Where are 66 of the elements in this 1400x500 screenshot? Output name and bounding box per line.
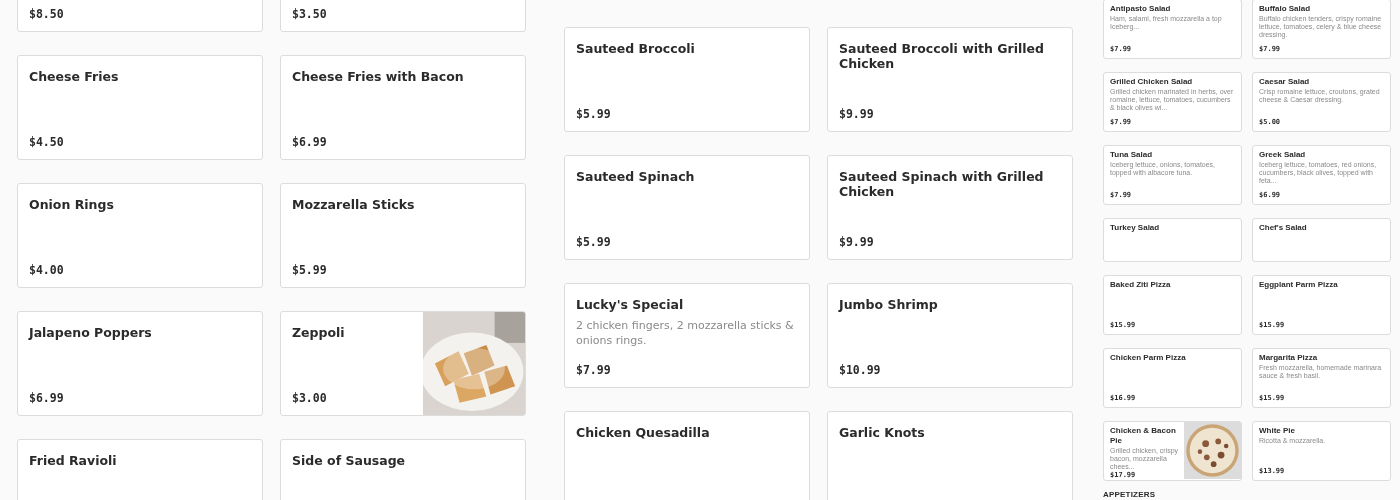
menu-item-card[interactable]: Chef's Salad — [1252, 218, 1391, 262]
item-name: Chicken & Bacon Pie — [1110, 426, 1177, 446]
item-price: $5.99 — [576, 107, 612, 121]
menu-item-card[interactable]: Jumbo Shrimp $10.99 — [827, 283, 1073, 388]
item-name: Baked Ziti Pizza — [1110, 280, 1172, 290]
item-price: $10.99 — [839, 363, 882, 377]
item-name: Zeppoli — [292, 325, 346, 340]
item-name: Cheese Fries with Bacon — [292, 69, 465, 84]
item-name: Chicken Quesadilla — [576, 425, 711, 440]
menu-item-card[interactable]: $8.50 — [17, 0, 263, 32]
menu-item-card[interactable]: Cheese Fries $4.50 — [17, 55, 263, 160]
item-name: Mozzarella Sticks — [292, 197, 416, 212]
item-name: Greek Salad — [1259, 150, 1307, 160]
item-price: $8.50 — [29, 7, 65, 21]
menu-item-card[interactable]: Sauteed Broccoli $5.99 — [564, 27, 810, 132]
item-name: Caesar Salad — [1259, 77, 1311, 87]
menu-item-card[interactable]: Turkey Salad — [1103, 218, 1242, 262]
item-name: Chicken Parm Pizza — [1110, 353, 1187, 363]
menu-item-card[interactable]: Zeppoli $3.00 — [280, 311, 526, 416]
item-name: Sauteed Broccoli — [576, 41, 696, 56]
menu-item-card[interactable]: Side of Sausage — [280, 439, 526, 500]
menu-item-card[interactable]: Chicken Quesadilla — [564, 411, 810, 500]
item-price: $3.50 — [292, 7, 328, 21]
section-heading: APPETIZERS — [1103, 490, 1157, 499]
item-price: $7.99 — [576, 363, 612, 377]
item-price: $6.99 — [292, 135, 328, 149]
item-name: Chef's Salad — [1259, 223, 1308, 233]
item-name: Jalapeno Poppers — [29, 325, 153, 340]
item-price: $9.99 — [839, 235, 875, 249]
menu-item-card[interactable]: Lucky's Special 2 chicken fingers, 2 mozzarella sticks & onions rings. $7.99 — [564, 283, 810, 388]
item-name: Garlic Knots — [839, 425, 926, 440]
menu-item-card[interactable]: Sauteed Broccoli with Grilled Chicken $9.99 — [827, 27, 1073, 132]
item-name: Grilled Chicken Salad — [1110, 77, 1194, 87]
item-description: 2 chicken fingers, 2 mozzarella sticks & onions rings. — [576, 318, 795, 348]
item-name: White Pie — [1259, 426, 1296, 436]
item-name: Side of Sausage — [292, 453, 407, 468]
item-price: $6.99 — [29, 391, 65, 405]
item-name: Sauteed Spinach — [576, 169, 696, 184]
menu-item-card[interactable]: $3.50 — [280, 0, 526, 32]
item-name: Cheese Fries — [29, 69, 120, 84]
item-name: Turkey Salad — [1110, 223, 1161, 233]
item-name: Jumbo Shrimp — [839, 297, 939, 312]
item-name: Sauteed Spinach with Grilled Chicken — [839, 169, 1045, 199]
menu-item-card[interactable]: Sauteed Spinach with Grilled Chicken $9.99 — [827, 155, 1073, 260]
item-price: $4.50 — [29, 135, 65, 149]
item-name: Tuna Salad — [1110, 150, 1154, 160]
item-price: $5.99 — [576, 235, 612, 249]
item-name: Lucky's Special — [576, 297, 685, 312]
item-name: Margarita Pizza — [1259, 353, 1319, 363]
item-price: $4.00 — [29, 263, 65, 277]
menu-item-card[interactable]: Onion Rings $4.00 — [17, 183, 263, 288]
menu-item-card[interactable]: Garlic Knots — [827, 411, 1073, 500]
item-price: $3.00 — [292, 391, 328, 405]
item-name: Buffalo Salad — [1259, 4, 1312, 14]
menu-item-card[interactable]: Fried Ravioli — [17, 439, 263, 500]
item-price: $9.99 — [839, 107, 875, 121]
item-name: Eggplant Parm Pizza — [1259, 280, 1339, 290]
item-name: Sauteed Broccoli with Grilled Chicken — [839, 41, 1045, 71]
menu-item-card[interactable]: Cheese Fries with Bacon $6.99 — [280, 55, 526, 160]
menu-item-card[interactable]: Mozzarella Sticks $5.99 — [280, 183, 526, 288]
item-name: Antipasto Salad — [1110, 4, 1172, 14]
item-name: Fried Ravioli — [29, 453, 118, 468]
menu-item-card[interactable]: Sauteed Spinach $5.99 — [564, 155, 810, 260]
item-price: $5.99 — [292, 263, 328, 277]
menu-item-card[interactable]: Jalapeno Poppers $6.99 — [17, 311, 263, 416]
item-name: Onion Rings — [29, 197, 115, 212]
